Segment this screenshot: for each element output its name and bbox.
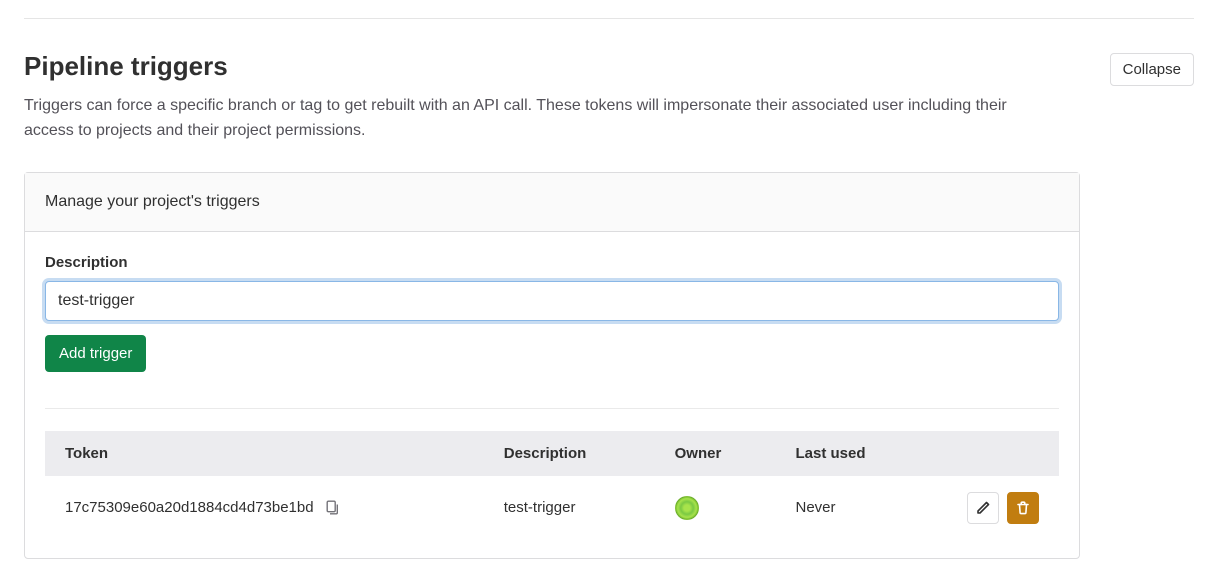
th-actions	[929, 431, 1059, 476]
collapse-button[interactable]: Collapse	[1110, 53, 1194, 86]
add-trigger-button[interactable]: Add trigger	[45, 335, 146, 372]
copy-icon[interactable]	[324, 500, 340, 516]
section-title: Pipeline triggers	[24, 51, 1044, 82]
top-divider	[24, 18, 1194, 19]
row-last-used: Never	[776, 476, 930, 540]
triggers-panel: Manage your project's triggers Descripti…	[24, 172, 1080, 559]
row-description: test-trigger	[484, 476, 655, 540]
th-token: Token	[45, 431, 484, 476]
delete-trigger-button[interactable]	[1007, 492, 1039, 524]
token-value: 17c75309e60a20d1884cd4d73be1bd	[65, 499, 314, 516]
th-last-used: Last used	[776, 431, 930, 476]
description-input[interactable]	[45, 281, 1059, 321]
panel-divider	[45, 408, 1059, 409]
panel-header: Manage your project's triggers	[25, 173, 1079, 232]
section-subtitle: Triggers can force a specific branch or …	[24, 94, 1044, 144]
edit-trigger-button[interactable]	[967, 492, 999, 524]
description-label: Description	[45, 254, 1059, 271]
th-owner: Owner	[655, 431, 776, 476]
th-description: Description	[484, 431, 655, 476]
owner-avatar[interactable]	[675, 496, 699, 520]
table-row: 17c75309e60a20d1884cd4d73be1bd test-trig…	[45, 476, 1059, 540]
triggers-table: Token Description Owner Last used 17c753…	[45, 431, 1059, 540]
